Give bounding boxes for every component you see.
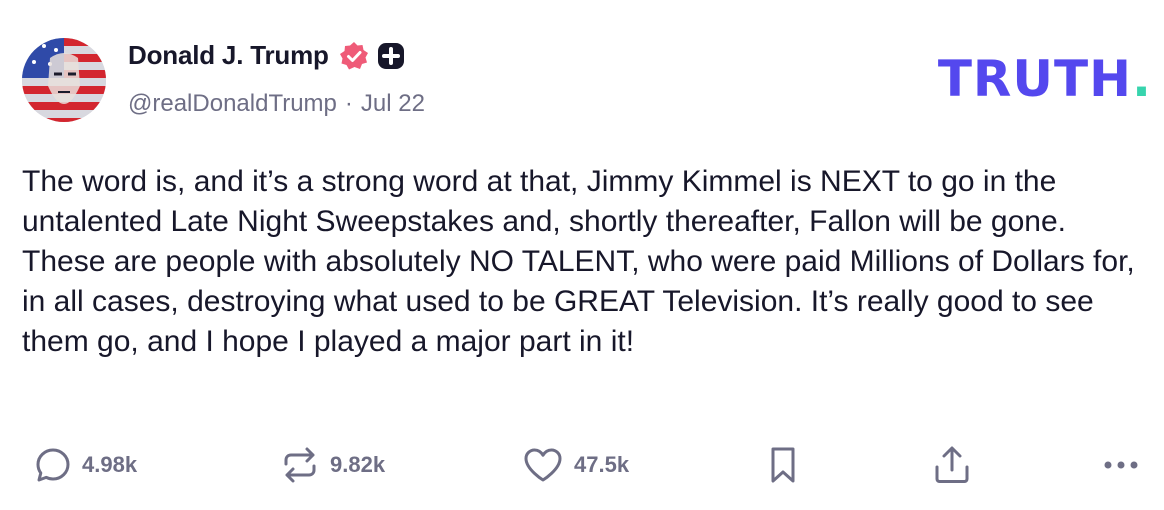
post-date[interactable]: Jul 22 (361, 90, 425, 118)
separator: · (344, 90, 353, 117)
author-row: Donald J. Trump (128, 40, 405, 71)
logo-dot: . (1132, 50, 1152, 108)
logo-text: TRUTH (937, 50, 1132, 108)
reply-button[interactable]: 4.98k (34, 440, 137, 490)
avatar[interactable] (22, 38, 106, 122)
verified-badge-icon (339, 41, 369, 71)
retruth-button[interactable]: 9.82k (280, 440, 385, 490)
bookmark-icon (771, 447, 795, 483)
bookmark-button[interactable] (768, 440, 798, 490)
post-text: The word is, and it’s a strong word at t… (22, 165, 1135, 358)
share-icon (935, 446, 969, 483)
more-options-button[interactable] (1102, 440, 1140, 490)
reply-icon (36, 448, 70, 482)
retruth-count: 9.82k (330, 452, 386, 477)
like-count: 47.5k (574, 452, 630, 477)
heart-icon (524, 448, 562, 482)
retruth-icon (284, 447, 316, 483)
share-button[interactable] (932, 440, 972, 490)
reply-count: 4.98k (82, 452, 138, 477)
plus-badge-icon (377, 42, 405, 70)
like-button[interactable]: 47.5k (522, 440, 629, 490)
username-handle[interactable]: @realDonaldTrump (128, 90, 337, 118)
more-icon (1104, 461, 1138, 469)
truth-logo: TRUTH. (938, 54, 1152, 104)
avatar-image (22, 38, 106, 122)
handle-row: @realDonaldTrump · Jul 22 (128, 90, 425, 118)
truth-post: Donald J. Trump @realDonaldTrump · Jul 2… (0, 0, 1164, 510)
display-name[interactable]: Donald J. Trump (128, 40, 329, 71)
action-bar: 4.98k 9.82k 47.5k (0, 440, 1164, 490)
